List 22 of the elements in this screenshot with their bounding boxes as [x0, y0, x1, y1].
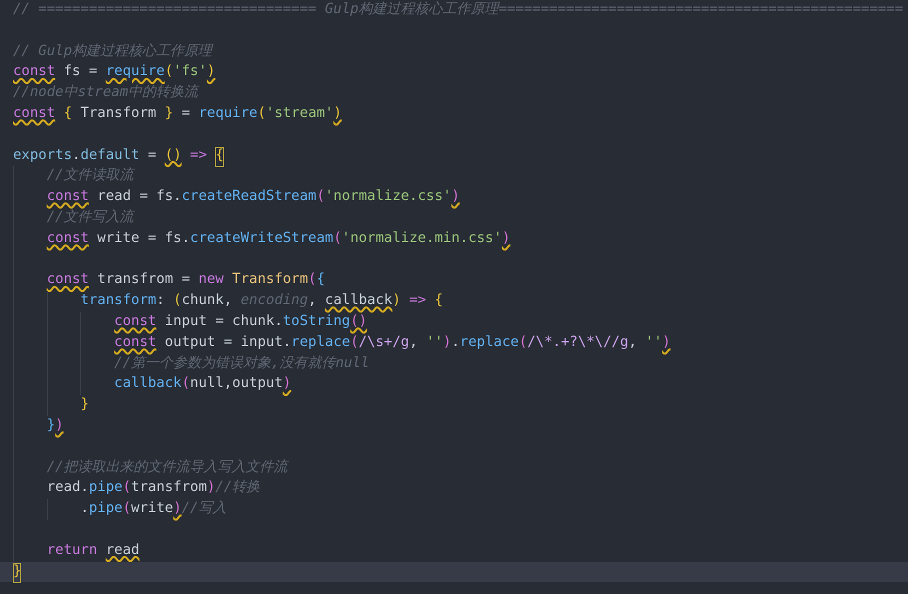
code-comment: //node中stream中的转换流 [12, 83, 200, 102]
code-line: const input = chunk.toString() [0, 312, 908, 333]
code-line: .pipe(write)//写入 [0, 499, 908, 520]
code-comment: // ================================= Gulp构建过程核心工作原理================================================ [12, 0, 904, 19]
code-line: exports.default = () => { [0, 146, 908, 166]
code-comment: //把读取出来的文件流导入写入文件流 [0, 458, 908, 478]
code-line: const read = fs.createReadStream('normalize.css') [0, 187, 908, 208]
code-line: callback(null,output) [0, 374, 908, 396]
code-comment: // Gulp构建过程核心工作原理 [12, 42, 214, 61]
code-comment: //文件读取流 [0, 166, 908, 188]
code-comment: //文件写入流 [0, 208, 908, 229]
code-line: const { Transform } = require('stream') [12, 104, 343, 123]
code-line: read.pipe(transfrom)//转换 [0, 478, 908, 500]
code-line: } [0, 395, 908, 416]
code-line: }) [0, 416, 908, 437]
code-line: transform: (chunk, encoding, callback) => { [0, 291, 908, 312]
code-comment: //第一个参数为错误对象,没有就传null [0, 354, 908, 374]
code-line: const write = fs.createWriteStream('normalize.min.css') [0, 228, 908, 250]
code-line: const transfrom = new Transform({ [0, 270, 908, 292]
code-line: const fs = require('fs') [12, 62, 216, 82]
code-line: const output = input.replace(/\s+/g, '').replace(/\*.+?\*\//g, '') [0, 332, 908, 354]
code-line: return read [0, 540, 908, 562]
